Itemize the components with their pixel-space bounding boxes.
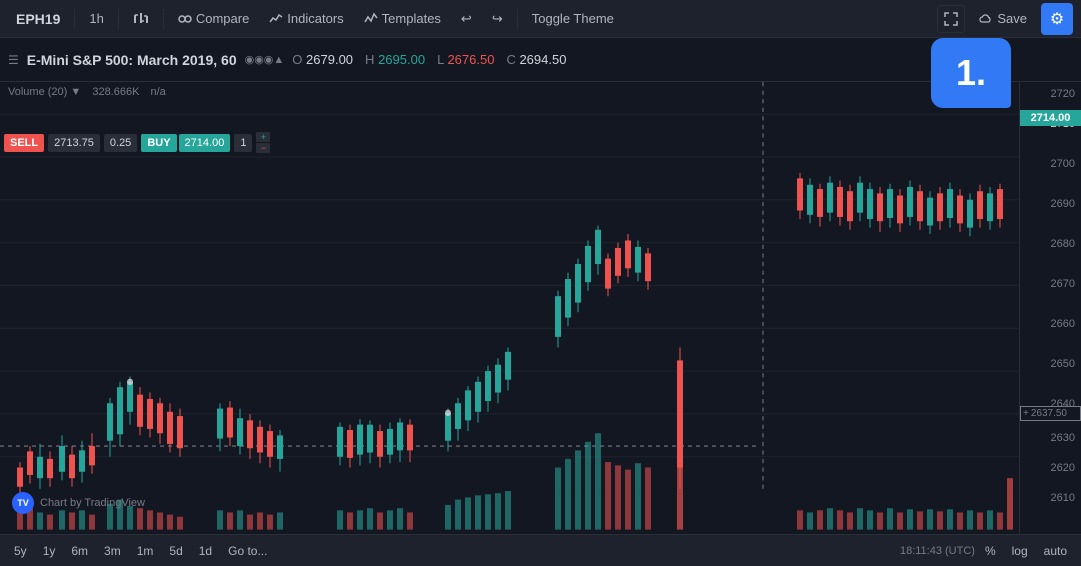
low-value: L 2676.50 xyxy=(437,52,494,67)
chart-menu-icon[interactable]: ☰ xyxy=(8,53,19,67)
templates-button[interactable]: Templates xyxy=(356,7,449,30)
sell-price: 2713.75 xyxy=(48,134,100,152)
quantity-decrease[interactable]: − xyxy=(256,143,270,153)
undo-button[interactable]: ↩ xyxy=(453,7,480,31)
timeframe-5y[interactable]: 5y xyxy=(8,541,33,561)
chart-main[interactable]: Volume (20) ▼ 328.666K n/a SELL 2713.75 … xyxy=(0,82,1019,566)
separator-4 xyxy=(517,9,518,29)
quantity-display: 1 xyxy=(234,134,252,152)
timeframe-1d[interactable]: 1d xyxy=(193,541,218,561)
bottom-bar: 5y 1y 6m 3m 1m 5d 1d Go to... 18:11:43 (… xyxy=(0,534,1081,566)
buy-button[interactable]: BUY xyxy=(141,134,176,152)
trade-widget: SELL 2713.75 0.25 BUY 2714.00 1 + − xyxy=(4,132,270,153)
save-button[interactable]: Save xyxy=(969,7,1037,30)
separator-1 xyxy=(74,9,75,29)
separator-2 xyxy=(118,9,119,29)
templates-icon xyxy=(364,12,378,26)
price-2680: 2680 xyxy=(1051,238,1075,250)
chart-title: E-Mini S&P 500: March 2019, 60 xyxy=(27,52,237,68)
tradingview-label: TV Chart by TradingView xyxy=(12,492,145,514)
compare-icon xyxy=(178,12,192,26)
price-2670: 2670 xyxy=(1051,278,1075,290)
close-value: C 2694.50 xyxy=(506,52,566,67)
chart-header: ☰ E-Mini S&P 500: March 2019, 60 ◉◉◉▲ O … xyxy=(0,38,1081,82)
ohlc-data: O 2679.00 H 2695.00 L 2676.50 C 2694.50 xyxy=(292,52,566,67)
toggle-theme-button[interactable]: Toggle Theme xyxy=(524,7,622,30)
bars-button[interactable] xyxy=(125,7,157,31)
indicators-button[interactable]: Indicators xyxy=(261,7,351,30)
price-2650: 2650 xyxy=(1051,358,1075,370)
toolbar: EPH19 1h Compare Indicators Templates ↩ xyxy=(0,0,1081,38)
price-2610: 2610 xyxy=(1051,492,1075,504)
price-2690: 2690 xyxy=(1051,198,1075,210)
spread-value: 0.25 xyxy=(104,134,137,152)
timeframe-6m[interactable]: 6m xyxy=(65,541,94,561)
sell-button[interactable]: SELL xyxy=(4,134,44,152)
separator-3 xyxy=(163,9,164,29)
callout-bubble: 1. xyxy=(931,38,1011,108)
timeframe-1y[interactable]: 1y xyxy=(37,541,62,561)
auto-toggle[interactable]: auto xyxy=(1038,541,1073,561)
chart-container: Volume (20) ▼ 328.666K n/a SELL 2713.75 … xyxy=(0,82,1081,566)
price-2720: 2720 xyxy=(1051,88,1075,100)
level-price-tag: +2637.50 xyxy=(1020,406,1081,421)
price-2660: 2660 xyxy=(1051,318,1075,330)
timeframe-1m[interactable]: 1m xyxy=(131,541,160,561)
bars-icon xyxy=(133,11,149,27)
price-2630: 2630 xyxy=(1051,432,1075,444)
price-2620: 2620 xyxy=(1051,462,1075,474)
log-toggle[interactable]: log xyxy=(1006,541,1034,561)
percent-toggle[interactable]: % xyxy=(979,541,1002,561)
buy-section: BUY 2714.00 xyxy=(141,134,230,152)
quantity-increase[interactable]: + xyxy=(256,132,270,142)
chart-icons: ◉◉◉▲ xyxy=(245,53,285,66)
chart-canvas[interactable]: 24 25 27 29 30 31 3 18:00 2019-01-31 14:… xyxy=(0,82,1019,566)
gear-icon: ⚙ xyxy=(1050,9,1064,29)
fullscreen-icon xyxy=(944,12,958,26)
fullscreen-button[interactable] xyxy=(937,5,965,33)
compare-button[interactable]: Compare xyxy=(170,7,257,30)
buy-price: 2714.00 xyxy=(179,134,231,152)
volume-label: Volume (20) ▼ 328.666K n/a xyxy=(8,86,166,98)
cloud-icon xyxy=(979,12,993,26)
timestamp: 18:11:43 (UTC) xyxy=(900,545,975,557)
open-value: O 2679.00 xyxy=(292,52,353,67)
quantity-controls: + − xyxy=(256,132,270,153)
price-axis: 2720 2710 2700 2690 2680 2670 2660 2650 … xyxy=(1019,82,1081,566)
tv-logo: TV xyxy=(12,492,34,514)
timeframe-5d[interactable]: 5d xyxy=(163,541,188,561)
indicators-icon xyxy=(269,12,283,26)
timeframe-3m[interactable]: 3m xyxy=(98,541,127,561)
settings-button[interactable]: ⚙ xyxy=(1041,3,1073,35)
symbol-button[interactable]: EPH19 xyxy=(8,7,68,31)
price-2700: 2700 xyxy=(1051,158,1075,170)
current-price-tag: 2714.00 xyxy=(1020,110,1081,126)
high-value: H 2695.00 xyxy=(365,52,425,67)
goto-button[interactable]: Go to... xyxy=(222,541,273,561)
redo-button[interactable]: ↪ xyxy=(484,7,511,31)
interval-button[interactable]: 1h xyxy=(81,7,111,30)
